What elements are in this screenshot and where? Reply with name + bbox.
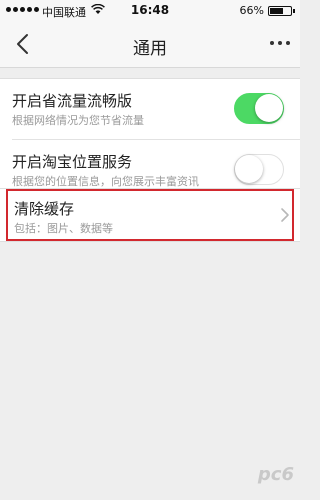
battery-icon: [268, 6, 295, 16]
clear-cache-description: 包括：图片、数据等: [14, 222, 113, 235]
data-saver-toggle[interactable]: [234, 93, 284, 124]
more-dots-icon: [270, 41, 274, 45]
more-dot: [286, 41, 290, 45]
status-bar: 中国联通 16:48 66%: [0, 0, 300, 22]
setting-label: 开启省流量流畅版: [12, 92, 133, 110]
page-title: 通用: [133, 39, 167, 59]
battery-level-fill: [270, 8, 284, 14]
more-dot: [278, 41, 282, 45]
setting-description: 根据网络情况为您节省流量: [12, 114, 144, 127]
setting-row-data-saver: 开启省流量流畅版 根据网络情况为您节省流量: [0, 79, 300, 139]
location-service-toggle[interactable]: [234, 154, 284, 185]
toggle-knob: [255, 94, 283, 122]
toggle-knob: [235, 155, 263, 183]
clear-cache-row[interactable]: 清除缓存 包括：图片、数据等: [0, 188, 300, 242]
more-options-button[interactable]: [270, 41, 290, 45]
setting-label: 开启淘宝位置服务: [12, 153, 133, 171]
setting-description: 根据您的位置信息，向您展示丰富资讯: [12, 175, 199, 188]
navigation-bar: 通用: [0, 22, 300, 68]
watermark-logo: pc6: [257, 464, 294, 485]
settings-toggle-group: 开启省流量流畅版 根据网络情况为您节省流量 开启淘宝位置服务 根据您的位置信息，…: [0, 78, 300, 200]
clear-cache-label: 清除缓存: [14, 200, 75, 218]
battery-percentage: 66%: [239, 4, 264, 17]
chevron-right-icon: [280, 207, 290, 223]
